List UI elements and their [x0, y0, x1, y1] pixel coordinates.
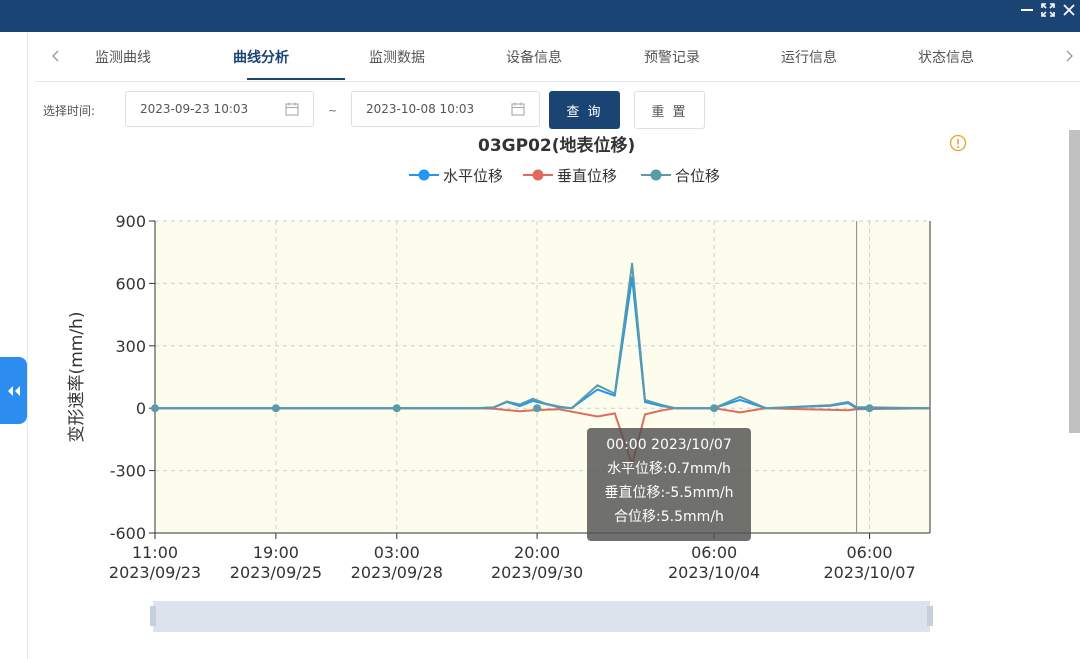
- y-tick-label: 0: [136, 399, 146, 418]
- data-point-marker: [151, 404, 159, 413]
- x-tick-label-date: 2023/09/28: [351, 563, 443, 582]
- tooltip-horizontal: 水平位移:0.7mm/h: [607, 461, 731, 477]
- data-point-marker: [865, 404, 874, 413]
- data-zoom-slider[interactable]: [153, 601, 930, 632]
- y-tick-label: -300: [110, 462, 146, 481]
- tooltip-resultant: 合位移:5.5mm/h: [614, 509, 724, 525]
- scrollbar-thumb[interactable]: [1069, 130, 1080, 433]
- y-tick-label: -600: [110, 524, 146, 543]
- line-chart[interactable]: 9006003000-300-60011:002023/09/2319:0020…: [0, 0, 1080, 600]
- y-axis-label: 变形速率(mm/h): [67, 312, 87, 443]
- x-tick-label-date: 2023/10/07: [823, 563, 915, 582]
- x-tick-label-time: 19:00: [253, 543, 299, 562]
- x-tick-label-time: 03:00: [374, 543, 420, 562]
- tooltip-time: 00:00 2023/10/07: [606, 437, 732, 453]
- zoom-handle-left[interactable]: [150, 606, 156, 626]
- data-point-marker: [710, 404, 719, 413]
- zoom-handle-right[interactable]: [927, 606, 933, 626]
- plot-area: [155, 221, 930, 533]
- data-point-marker: [271, 404, 280, 413]
- data-point-marker: [533, 404, 542, 413]
- x-tick-label-time: 06:00: [846, 543, 892, 562]
- chart-tooltip: 00:00 2023/10/07 水平位移:0.7mm/h 垂直位移:-5.5m…: [587, 428, 751, 541]
- x-tick-label-date: 2023/09/25: [230, 563, 322, 582]
- data-point-marker: [392, 404, 401, 413]
- x-tick-label-time: 11:00: [132, 543, 178, 562]
- x-tick-label-date: 2023/09/30: [491, 563, 583, 582]
- y-tick-label: 600: [115, 274, 146, 293]
- tooltip-vertical: 垂直位移:-5.5mm/h: [604, 485, 734, 501]
- x-tick-label-time: 20:00: [514, 543, 560, 562]
- x-tick-label-date: 2023/09/23: [109, 563, 201, 582]
- y-tick-label: 300: [115, 337, 146, 356]
- x-tick-label-time: 06:00: [691, 543, 737, 562]
- y-tick-label: 900: [115, 212, 146, 231]
- x-tick-label-date: 2023/10/04: [668, 563, 760, 582]
